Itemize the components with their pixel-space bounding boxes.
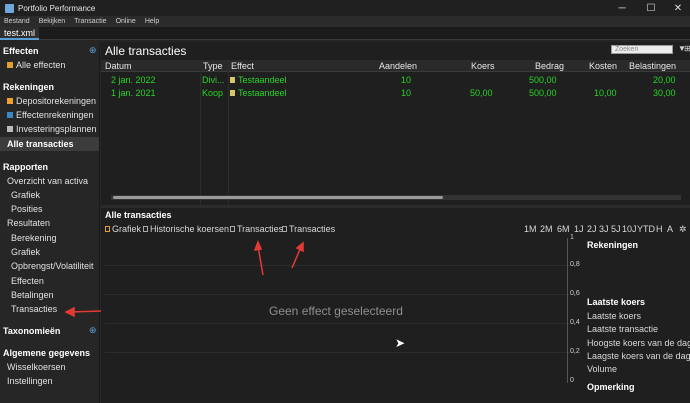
mouse-cursor-icon: ➤ xyxy=(395,336,406,350)
annotation-arrowhead xyxy=(295,241,304,253)
app-window: Portfolio Performance ─ ☐ ✕ Bestand Beki… xyxy=(0,0,690,403)
annotation-arrowhead xyxy=(253,239,263,251)
annotation-arrowhead xyxy=(64,306,75,318)
annotation-arrows xyxy=(64,239,304,318)
annotation-arrow xyxy=(257,245,264,276)
